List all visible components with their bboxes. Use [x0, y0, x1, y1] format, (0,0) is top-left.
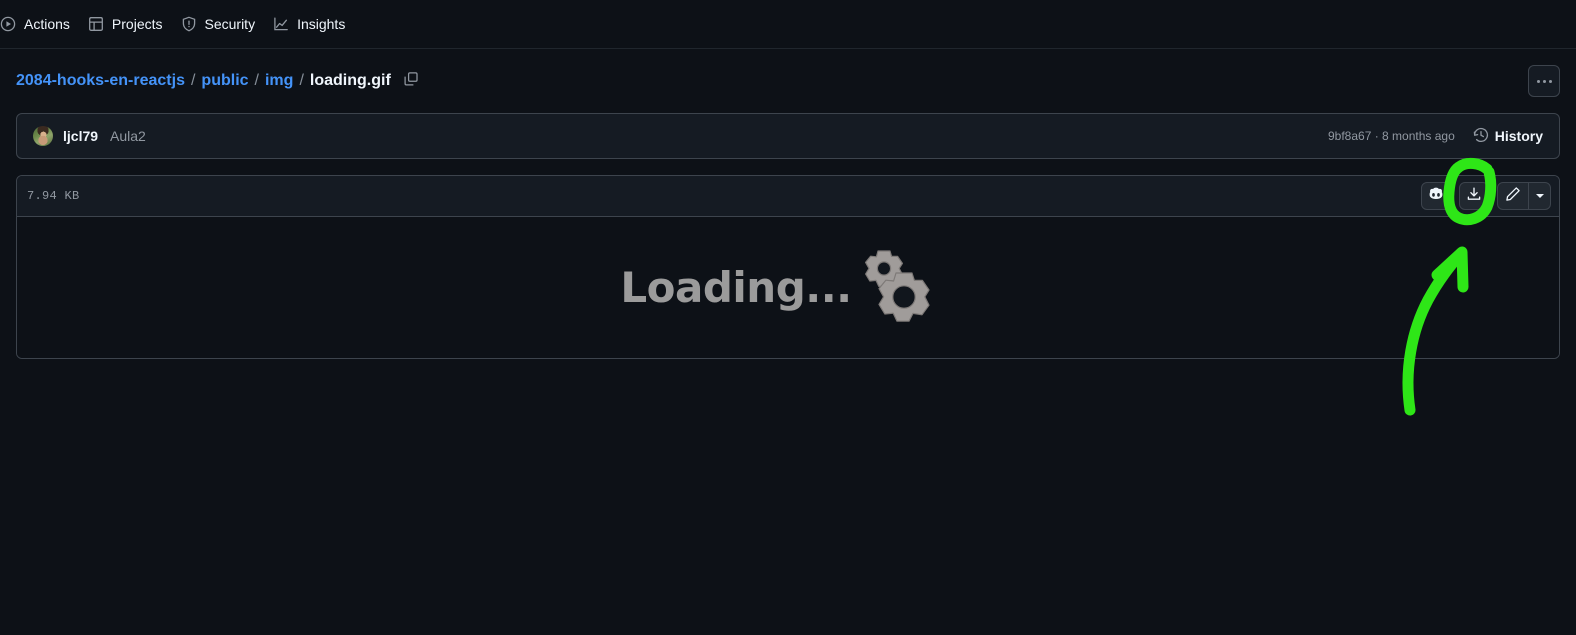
file-card: 7.94 KB Loading... [16, 175, 1560, 359]
file-preview-area: Loading... [17, 217, 1559, 358]
copilot-button[interactable] [1421, 182, 1451, 210]
breadcrumb-separator: / [254, 72, 259, 89]
breadcrumb-current-file: loading.gif [309, 72, 391, 89]
file-action-buttons [1421, 182, 1551, 210]
file-header-bar: 7.94 KB [17, 176, 1559, 217]
breadcrumb-separator: / [190, 72, 196, 89]
loading-gif-text: Loading... [620, 263, 852, 312]
nav-item-security[interactable]: Security [172, 8, 265, 40]
shield-icon [181, 16, 197, 32]
edit-dropdown-button[interactable] [1528, 183, 1550, 209]
edit-button-group [1497, 182, 1551, 210]
commit-message[interactable]: Aula2 [110, 128, 146, 144]
history-label: History [1494, 128, 1543, 144]
latest-commit-bar: ljcl79 Aula2 9bf8a67 · 8 months ago Hist… [16, 113, 1560, 159]
more-options-button[interactable] [1528, 65, 1560, 97]
kebab-horizontal-icon [1542, 79, 1546, 83]
breadcrumb-separator: / [299, 72, 304, 89]
copy-path-button[interactable] [401, 71, 421, 91]
commit-hash-and-time: 9bf8a67 · 8 months ago [1328, 129, 1455, 143]
file-size-label: 7.94 KB [27, 189, 80, 203]
pencil-icon [1505, 186, 1521, 207]
breadcrumb-repo-link[interactable]: 2084-hooks-en-reactjs [16, 72, 185, 90]
nav-item-label: Projects [111, 16, 163, 32]
commit-author-link[interactable]: ljcl79 [63, 128, 98, 144]
avatar[interactable] [33, 126, 53, 146]
kebab-horizontal-icon [1536, 79, 1540, 83]
nav-item-label: Insights [297, 16, 346, 32]
gears-graphic [860, 249, 932, 327]
breadcrumb: 2084-hooks-en-reactjs / public / img / l… [16, 72, 391, 90]
breadcrumb-folder-img[interactable]: img [265, 72, 293, 90]
download-icon [1466, 186, 1482, 207]
history-link[interactable]: History [1473, 127, 1543, 146]
download-button[interactable] [1459, 182, 1489, 210]
table-icon [88, 16, 104, 32]
copy-icon [403, 71, 419, 92]
repo-nav: Actions Projects Security Insights [0, 0, 1576, 49]
copilot-icon [1428, 186, 1444, 207]
history-clock-icon [1473, 127, 1489, 146]
nav-item-actions[interactable]: Actions [0, 8, 79, 40]
kebab-horizontal-icon [1548, 79, 1552, 83]
breadcrumb-folder-public[interactable]: public [201, 72, 248, 90]
edit-button[interactable] [1498, 183, 1528, 209]
chevron-down-icon [1535, 194, 1544, 198]
commit-meta-group: 9bf8a67 · 8 months ago History [1328, 127, 1543, 146]
nav-item-insights[interactable]: Insights [264, 8, 354, 40]
loading-gif-image: Loading... [620, 249, 931, 327]
graph-icon [273, 16, 289, 32]
nav-item-projects[interactable]: Projects [79, 8, 172, 40]
nav-item-label: Actions [24, 16, 70, 32]
play-circle-icon [0, 16, 16, 32]
breadcrumb-row: 2084-hooks-en-reactjs / public / img / l… [0, 49, 1576, 113]
nav-item-label: Security [204, 16, 256, 32]
